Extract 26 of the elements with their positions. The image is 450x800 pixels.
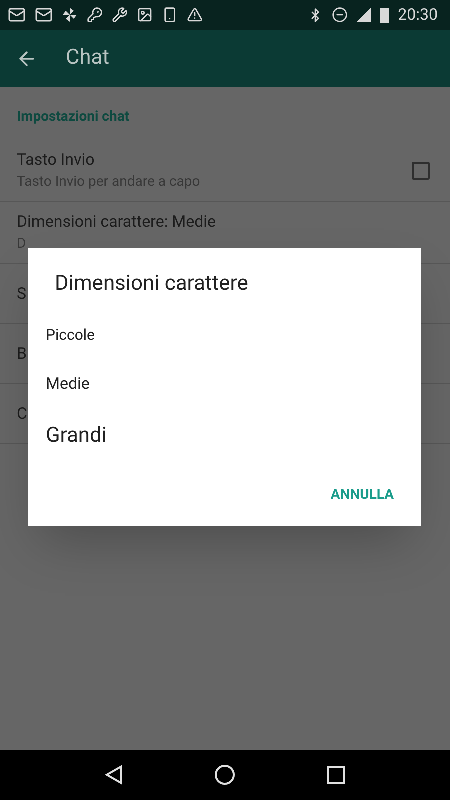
do-not-disturb-icon: [332, 7, 348, 23]
key-icon: [87, 7, 103, 23]
mail-icon: [8, 6, 26, 24]
section-header: Impostazioni chat: [16, 108, 131, 127]
row-title: Dimensioni carattere: Medie: [17, 211, 216, 233]
mail-icon: [35, 6, 53, 24]
app-bar-title: Chat: [66, 44, 110, 72]
row-title: B: [17, 342, 27, 364]
dialog-title: Dimensioni carattere: [54, 271, 250, 298]
row-title: C: [17, 402, 28, 424]
back-icon[interactable]: [105, 765, 124, 785]
overview-icon[interactable]: [326, 766, 345, 784]
dialog-option[interactable]: Piccole: [46, 310, 403, 359]
battery-icon: [380, 7, 390, 23]
checkbox[interactable]: [412, 162, 430, 180]
row-title: Tasto Invio: [17, 149, 95, 171]
image-icon: [137, 7, 153, 23]
row-title: S: [17, 282, 26, 304]
wrench-icon: [112, 7, 128, 23]
clock: 20:30: [398, 4, 439, 26]
signal-icon: [357, 8, 372, 22]
warning-icon: [187, 7, 203, 23]
dialog-option[interactable]: Grandi: [46, 409, 403, 464]
home-icon[interactable]: [214, 764, 236, 786]
pinwheel-icon: [62, 7, 78, 23]
dialog-option[interactable]: Medie: [46, 359, 403, 409]
